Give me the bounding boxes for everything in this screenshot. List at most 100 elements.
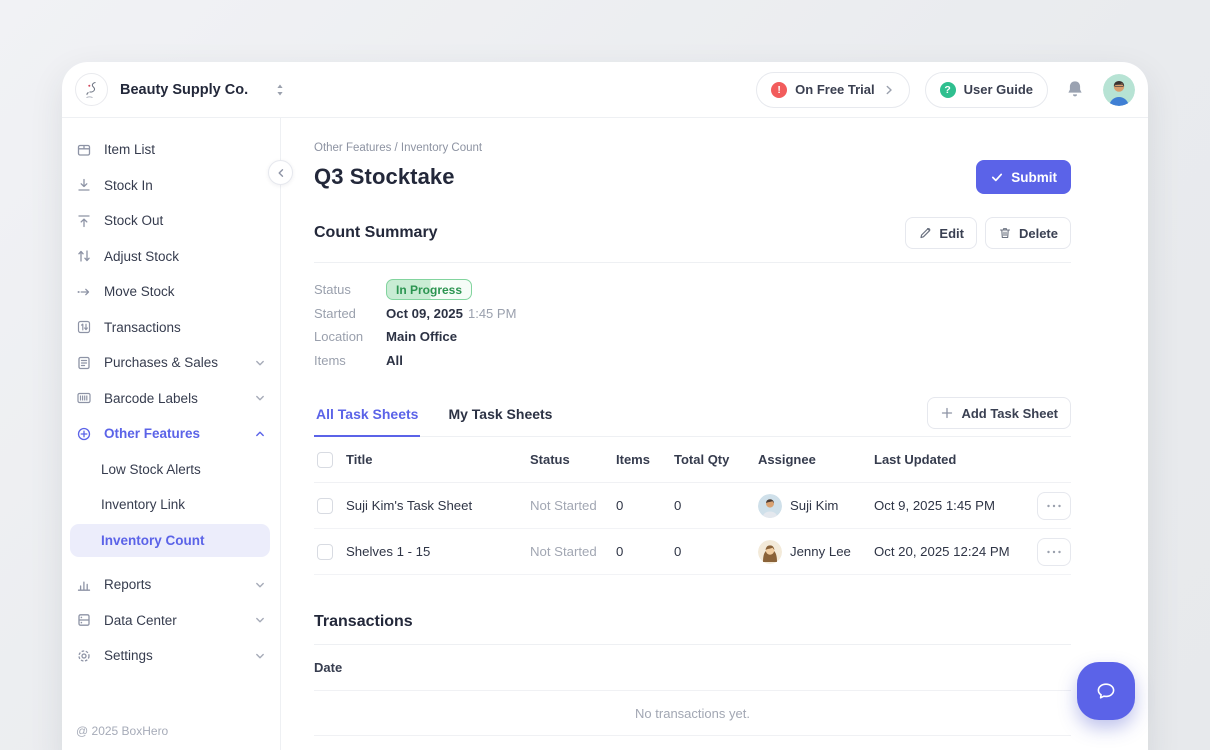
sidebar-item-adjust-stock[interactable]: Adjust Stock bbox=[62, 239, 280, 275]
sidebar-item-inventory-count[interactable]: Inventory Count bbox=[70, 524, 270, 558]
user-avatar[interactable] bbox=[1103, 74, 1135, 106]
divider bbox=[314, 262, 1071, 263]
row-assignee: Jenny Lee bbox=[758, 540, 874, 564]
sidebar-item-label: Other Features bbox=[104, 426, 200, 441]
check-icon bbox=[990, 170, 1004, 184]
table-row[interactable]: Suji Kim's Task Sheet Not Started 0 0 bbox=[314, 483, 1071, 529]
add-task-sheet-button[interactable]: Add Task Sheet bbox=[927, 397, 1071, 429]
started-date: Oct 09, 2025 bbox=[386, 306, 463, 321]
row-assignee: Suji Kim bbox=[758, 494, 874, 518]
sidebar: Item List Stock In Stock Out Adjust Stoc… bbox=[62, 118, 281, 750]
count-summary-title: Count Summary bbox=[314, 224, 438, 242]
assignee-name: Suji Kim bbox=[790, 498, 838, 513]
table-row[interactable]: Shelves 1 - 15 Not Started 0 0 bbox=[314, 529, 1071, 575]
delete-button[interactable]: Delete bbox=[985, 217, 1071, 249]
user-guide-button[interactable]: ? User Guide bbox=[925, 72, 1048, 108]
row-checkbox[interactable] bbox=[317, 544, 333, 560]
sidebar-item-transactions[interactable]: Transactions bbox=[62, 310, 280, 346]
delete-label: Delete bbox=[1019, 226, 1058, 241]
row-title: Shelves 1 - 15 bbox=[346, 544, 530, 559]
chat-launcher-button[interactable] bbox=[1077, 662, 1135, 720]
company-switcher[interactable]: Beauty Supply Co. bbox=[75, 73, 286, 106]
summary-actions: Edit Delete bbox=[905, 217, 1071, 249]
row-more-button[interactable] bbox=[1037, 538, 1071, 566]
row-title: Suji Kim's Task Sheet bbox=[346, 498, 530, 513]
chevron-down-icon bbox=[254, 579, 266, 591]
sidebar-item-stock-out[interactable]: Stock Out bbox=[62, 203, 280, 239]
column-status: Status bbox=[530, 452, 616, 467]
app-window: Beauty Supply Co. ! On Free Trial ? User… bbox=[62, 62, 1148, 750]
sidebar-item-label: Item List bbox=[104, 142, 155, 157]
status-field: Status In Progress bbox=[314, 278, 1071, 302]
sidebar-item-settings[interactable]: Settings bbox=[62, 638, 280, 674]
purchases-icon bbox=[76, 355, 92, 371]
edit-label: Edit bbox=[939, 226, 964, 241]
page-title: Q3 Stocktake bbox=[314, 164, 455, 190]
tab-all-task-sheets[interactable]: All Task Sheets bbox=[314, 406, 420, 437]
adjust-stock-icon bbox=[76, 248, 92, 264]
row-more-button[interactable] bbox=[1037, 492, 1071, 520]
sidebar-item-purchases-sales[interactable]: Purchases & Sales bbox=[62, 345, 280, 381]
submit-button[interactable]: Submit bbox=[976, 160, 1071, 194]
column-items: Items bbox=[616, 452, 674, 467]
sidebar-item-stock-in[interactable]: Stock In bbox=[62, 168, 280, 204]
sidebar-subitem-label: Inventory Link bbox=[101, 497, 185, 512]
sidebar-item-barcode-labels[interactable]: Barcode Labels bbox=[62, 381, 280, 417]
sidebar-item-label: Barcode Labels bbox=[104, 391, 198, 406]
assignee-avatar bbox=[758, 494, 782, 518]
notifications-bell-icon[interactable] bbox=[1065, 79, 1085, 101]
sidebar-item-label: Purchases & Sales bbox=[104, 355, 218, 370]
chevron-down-icon bbox=[254, 357, 266, 369]
barcode-icon bbox=[76, 390, 92, 406]
sidebar-item-inventory-link[interactable]: Inventory Link bbox=[62, 487, 280, 523]
sidebar-item-reports[interactable]: Reports bbox=[62, 567, 280, 603]
add-task-sheet-label: Add Task Sheet bbox=[961, 406, 1058, 421]
alert-icon: ! bbox=[771, 82, 787, 98]
row-last-updated: Oct 20, 2025 12:24 PM bbox=[874, 544, 1037, 559]
company-select-icon[interactable] bbox=[274, 83, 286, 97]
pencil-icon bbox=[918, 226, 932, 240]
sidebar-item-low-stock-alerts[interactable]: Low Stock Alerts bbox=[62, 452, 280, 488]
location-value: Main Office bbox=[386, 329, 457, 344]
sidebar-item-item-list[interactable]: Item List bbox=[62, 132, 280, 168]
transactions-section: Transactions Date No transactions yet. bbox=[314, 613, 1071, 736]
row-checkbox[interactable] bbox=[317, 498, 333, 514]
edit-button[interactable]: Edit bbox=[905, 217, 977, 249]
items-field-label: Items bbox=[314, 353, 386, 368]
location-field-label: Location bbox=[314, 329, 386, 344]
column-title: Title bbox=[346, 452, 530, 467]
sidebar-item-other-features[interactable]: Other Features bbox=[62, 416, 280, 452]
chevron-down-icon bbox=[254, 614, 266, 626]
row-items: 0 bbox=[616, 498, 674, 513]
company-name: Beauty Supply Co. bbox=[120, 82, 248, 98]
plus-icon bbox=[940, 406, 954, 420]
sidebar-item-data-center[interactable]: Data Center bbox=[62, 603, 280, 639]
column-assignee: Assignee bbox=[758, 452, 874, 467]
row-status: Not Started bbox=[530, 498, 616, 513]
breadcrumb[interactable]: Other Features / Inventory Count bbox=[314, 142, 1071, 154]
started-field: Started Oct 09, 2025 1:45 PM bbox=[314, 302, 1071, 326]
more-icon bbox=[1046, 550, 1062, 554]
sidebar-item-label: Settings bbox=[104, 648, 153, 663]
sidebar-item-move-stock[interactable]: Move Stock bbox=[62, 274, 280, 310]
sidebar-subitem-label: Inventory Count bbox=[101, 533, 205, 548]
tab-my-task-sheets[interactable]: My Task Sheets bbox=[446, 406, 554, 437]
move-stock-icon bbox=[76, 284, 92, 300]
assignee-name: Jenny Lee bbox=[790, 544, 851, 559]
started-field-label: Started bbox=[314, 306, 386, 321]
sidebar-item-label: Stock Out bbox=[104, 213, 163, 228]
status-badge: In Progress bbox=[386, 279, 472, 300]
plus-circle-icon bbox=[76, 426, 92, 442]
table-header-row: Title Status Items Total Qty Assignee La… bbox=[314, 437, 1071, 483]
transactions-empty-message: No transactions yet. bbox=[314, 691, 1071, 736]
transactions-title: Transactions bbox=[314, 613, 1071, 631]
status-field-label: Status bbox=[314, 282, 386, 297]
chevron-down-icon bbox=[254, 392, 266, 404]
free-trial-button[interactable]: ! On Free Trial bbox=[756, 72, 909, 108]
item-list-icon bbox=[76, 142, 92, 158]
select-all-checkbox[interactable] bbox=[317, 452, 333, 468]
sidebar-item-label: Transactions bbox=[104, 320, 181, 335]
main-content: Other Features / Inventory Count Q3 Stoc… bbox=[281, 118, 1148, 750]
sidebar-spacer bbox=[62, 558, 280, 567]
column-last-updated: Last Updated bbox=[874, 452, 1037, 467]
